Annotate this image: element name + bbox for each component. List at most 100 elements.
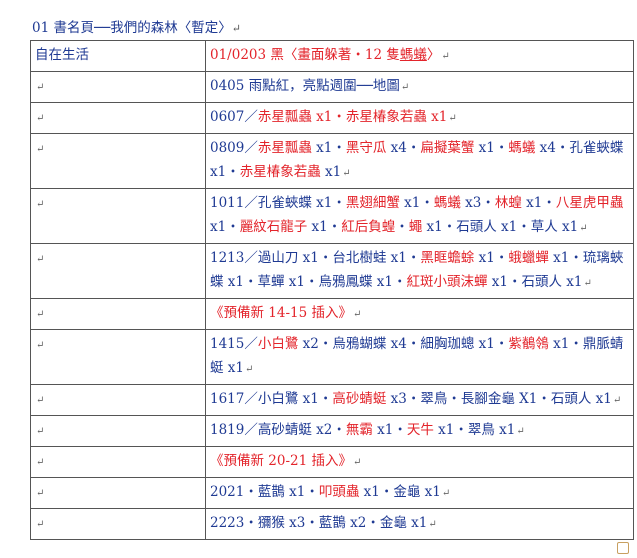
left-cell: ↵ [30,71,206,103]
table-row: ↵ 0607／赤星瓢蟲 x1・赤星椿象若蟲 x1↵ [30,102,634,134]
paragraph-mark: ↵ [516,426,525,437]
left-cell: ↵ [30,446,206,478]
content-table: 自在生活 01/0203 黑〈畫面躲著・12 隻螞蟻〉↵ ↵ 0405 雨點紅，亮點週… [30,40,634,540]
text-segment: 1213／過山刀 x1・台北樹蛙 x1・ [210,250,421,266]
paragraph-mark: ↵ [36,144,45,155]
text-segment: 麗紋石龍子 [239,219,308,235]
text-segment: 黑守瓜 [345,140,387,156]
text-segment: 1011／孔雀蛺蝶 x1・ [210,195,346,211]
paragraph-mark: ↵ [441,488,451,499]
text-segment: 2021・藍鵲 x1・ [210,484,319,500]
pending-insert-cell: 《預備新 14-15 插入》↵ [205,298,634,330]
text-segment: 紅后負蝗 [341,219,396,235]
text-segment: x1・ [372,422,407,438]
text-segment: x1・ [399,195,434,211]
paragraph-mark: ↵ [36,254,45,265]
table-row: ↵ 2223・獼猴 x3・藍鵲 x2・金龜 x1↵ [30,508,634,540]
spread-content-cell: 0405 雨點紅，亮點週圍──地圖↵ [205,71,634,103]
spread-content-cell: 2223・獼猴 x3・藍鵲 x2・金龜 x1↵ [205,508,634,540]
table-row: ↵ 1213／過山刀 x1・台北樹蛙 x1・黑眶蟾蜍 x1・蛾蠟蟬 x1・琉璃蛺蝶… [30,243,634,299]
text-segment: 0405 雨點紅，亮點週圍──地圖 [210,78,400,94]
text-segment: 01/0203 [210,47,271,63]
paragraph-mark: ↵ [448,113,457,124]
text-segment: x1・石頭人 x1・草人 x1 [422,219,579,235]
text-segment: 0607／ [210,109,258,125]
paragraph-mark: ↵ [612,395,622,406]
left-cell: ↵ [30,102,206,134]
table-row: ↵ 0405 雨點紅，亮點週圍──地圖↵ [30,71,634,103]
text-segment: 林蝗 [494,195,522,211]
text-segment: 紫鶺鴒 [508,336,549,352]
document-title: 01 書名頁──我們的森林〈暫定〉↵ [32,16,241,36]
table-row: ↵ 2021・藍鵲 x1・叩頭蟲 x1・金龜 x1↵ [30,477,634,509]
text-segment: 無霸 [345,422,373,438]
text-segment: 扁擬葉蟹 [420,140,475,156]
paragraph-mark: ↵ [342,168,351,179]
watermark-logo-icon [617,542,629,554]
table-row: ↵ 1011／孔雀蛺蝶 x1・黑翅細蟹 x1・螞蟻 x3・林蝗 x1・八星虎甲蟲 … [30,188,634,244]
paragraph-mark: ↵ [36,113,45,124]
table-row: ↵ 《預備新 20-21 插入》↵ [30,446,634,478]
text-segment: x4・ [386,140,421,156]
text-segment: 蠅 [408,219,423,235]
table-row: ↵ 1617／小白鷺 x1・高砂蜻蜓 x3・翠鳥・長腳金龜 X1・石頭人 x1↵ [30,384,634,416]
text-segment: 1819／高砂蜻蜓 x2・ [210,422,346,438]
text-segment: 0809／ [210,140,258,156]
text-segment: 天牛 [406,422,434,438]
left-cell: ↵ [30,477,206,509]
text-segment: x1・ [210,219,240,235]
text-segment: ・ [395,219,409,235]
paragraph-mark: ↵ [353,309,362,320]
spread-content-cell: 0607／赤星瓢蟲 x1・赤星椿象若蟲 x1↵ [205,102,634,134]
paragraph-mark: ↵ [36,199,45,210]
document-title-text: 01 書名頁──我們的森林〈暫定〉 [32,20,232,36]
left-cell: ↵ [30,384,206,416]
paragraph-mark: ↵ [36,309,45,320]
text-segment: x3・翠鳥・長腳金龜 X1・石頭人 x1 [386,391,612,407]
table-row: ↵ 1819／高砂蜻蜓 x2・無霸 x1・天牛 x1・翠鳥 x1↵ [30,415,634,447]
text-segment: 叩頭蟲 [318,484,360,500]
left-cell: ↵ [30,298,206,330]
paragraph-mark: ↵ [579,223,588,234]
paragraph-mark: ↵ [36,488,45,499]
text-segment: x1・ [521,195,556,211]
text-segment: x1・翠鳥 x1 [433,422,516,438]
paragraph-mark: ↵ [441,51,450,62]
text-segment: x1・ [311,140,346,156]
left-cell: ↵ [30,329,206,385]
paragraph-mark: ↵ [36,519,45,530]
paragraph-mark: ↵ [583,278,592,289]
text-segment: x1 [320,164,342,180]
table-row: ↵ 0809／赤星瓢蟲 x1・黑守瓜 x4・扁擬葉蟹 x1・螞蟻 x4・孔雀蛺蝶 … [30,133,634,189]
text-segment: 黑眶蟾蜍 [420,250,475,266]
paragraph-mark: ↵ [231,22,241,35]
text-segment: 2223・獼猴 x3・藍鵲 x2・金龜 x1 [210,515,428,531]
text-segment: 螞蟻 [433,195,461,211]
text-segment: 紅斑小頭沫蟬 [406,274,488,290]
spread-content-cell: 1011／孔雀蛺蝶 x1・黑翅細蟹 x1・螞蟻 x3・林蝗 x1・八星虎甲蟲 x… [205,188,634,244]
spread-content-cell: 1617／小白鷺 x1・高砂蜻蜓 x3・翠鳥・長腳金龜 X1・石頭人 x1↵ [205,384,634,416]
spread-content-cell: 2021・藍鵲 x1・叩頭蟲 x1・金龜 x1↵ [205,477,634,509]
table-row: ↵ 1415／小白鷺 x2・烏鴉蝴蝶 x4・細胸珈蟌 x1・紫鶺鴒 x1・鼎脈蜻蜓… [30,329,634,385]
paragraph-mark: ↵ [428,519,437,530]
text-segment: x1・ [474,250,509,266]
left-cell: ↵ [30,243,206,299]
text-segment: x1・ [307,219,342,235]
table-row: 自在生活 01/0203 黑〈畫面躲著・12 隻螞蟻〉↵ [30,40,634,72]
spread-content-cell: 01/0203 黑〈畫面躲著・12 隻螞蟻〉↵ [205,40,634,72]
left-cell: 自在生活 [30,40,206,72]
text-segment: 《預備新 14-15 插入》 [210,305,353,321]
spread-content-cell: 1819／高砂蜻蜓 x2・無霸 x1・天牛 x1・翠鳥 x1↵ [205,415,634,447]
spread-content-cell: 0809／赤星瓢蟲 x1・黑守瓜 x4・扁擬葉蟹 x1・螞蟻 x4・孔雀蛺蝶 x… [205,133,634,189]
text-segment: 螞蟻 [508,140,536,156]
pending-insert-cell: 《預備新 20-21 插入》↵ [205,446,634,478]
paragraph-mark: ↵ [36,82,45,93]
text-segment: 赤星瓢蟲 [257,140,312,156]
paragraph-mark: ↵ [36,395,45,406]
text-segment: x1・金龜 x1 [359,484,441,500]
paragraph-mark: ↵ [36,426,45,437]
content-table-body: 自在生活 01/0203 黑〈畫面躲著・12 隻螞蟻〉↵ ↵ 0405 雨點紅，亮點週… [30,40,634,540]
left-cell: ↵ [30,508,206,540]
paragraph-mark: ↵ [353,457,362,468]
text-segment: 螞蟻 [399,47,427,63]
